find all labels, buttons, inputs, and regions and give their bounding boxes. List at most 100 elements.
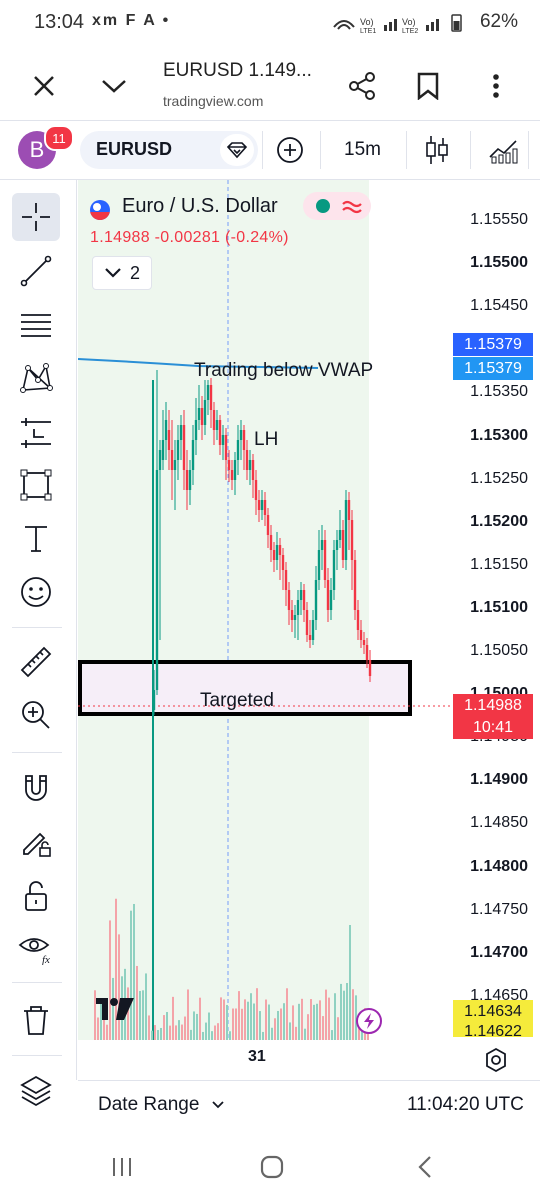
- unlock-icon[interactable]: [12, 872, 60, 920]
- candle-body: [353, 560, 357, 610]
- chart-settings-icon[interactable]: [482, 1046, 510, 1074]
- volume-bar: [169, 1025, 171, 1040]
- back-icon[interactable]: [414, 1154, 436, 1180]
- candle-body: [296, 600, 300, 615]
- tradingview-logo: [94, 996, 138, 1022]
- volume-bar: [238, 991, 240, 1040]
- volume-bar: [166, 1012, 168, 1040]
- notification-badge: 11: [44, 125, 74, 151]
- volume-bar: [178, 1020, 180, 1040]
- status-bar: 13:04 xm F A • Vo) LTE1 Vo) LTE2 62%: [0, 0, 540, 46]
- market-status-pill[interactable]: [303, 192, 371, 220]
- battery-percent: 62%: [479, 11, 518, 32]
- volume-bar: [259, 1011, 261, 1040]
- volume-bar: [142, 990, 144, 1040]
- status-right: Vo) LTE1 Vo) LTE2 62%: [333, 11, 518, 33]
- session-background: [78, 180, 369, 1040]
- chevron-down-icon[interactable]: [96, 68, 132, 104]
- pattern-icon[interactable]: [12, 354, 60, 402]
- price-axis-label: 1.15250: [470, 469, 528, 487]
- candle-body: [272, 550, 276, 560]
- android-nav-bar: [0, 1135, 540, 1200]
- visibility-icon[interactable]: fx: [12, 923, 60, 971]
- volume-bar: [331, 1030, 333, 1040]
- symbol-label: EURUSD: [96, 139, 173, 159]
- candle-body: [212, 410, 216, 430]
- status-app-icons: xm F A •: [92, 12, 171, 29]
- candle-body: [335, 540, 339, 550]
- last-price-tag: 1.14988: [453, 694, 533, 717]
- volume-bar: [316, 1003, 318, 1040]
- annotation-targeted[interactable]: Targeted: [200, 690, 274, 712]
- vwap-price-tag-2: 1.15379: [453, 357, 533, 380]
- volume-bar: [157, 1030, 159, 1040]
- volume-bar: [286, 988, 288, 1040]
- home-icon[interactable]: [259, 1154, 285, 1180]
- crosshair-icon[interactable]: [12, 193, 60, 241]
- share-icon[interactable]: [342, 66, 382, 106]
- symbol-description[interactable]: Euro / U.S. Dollar: [122, 195, 278, 218]
- flash-icon[interactable]: [355, 1007, 383, 1035]
- candle-body: [182, 425, 186, 470]
- annotation-vwap[interactable]: Trading below VWAP: [194, 360, 373, 382]
- candle-body: [206, 385, 210, 400]
- volume-bar: [175, 1025, 177, 1040]
- price-axis-label: 1.15550: [470, 211, 528, 228]
- ruler-icon[interactable]: [12, 638, 60, 686]
- candle-body: [362, 640, 366, 645]
- indicators-icon[interactable]: [486, 132, 520, 168]
- candles-icon[interactable]: [420, 132, 454, 168]
- candle-body: [347, 500, 351, 520]
- zoom-in-icon[interactable]: [12, 691, 60, 739]
- trash-icon[interactable]: [12, 996, 60, 1044]
- volume-bar: [301, 998, 303, 1040]
- volume-bar: [268, 1004, 270, 1040]
- projection-icon[interactable]: [12, 408, 60, 456]
- interval-button[interactable]: 15m: [344, 139, 381, 161]
- layers-icon[interactable]: [12, 1066, 60, 1114]
- volume-bar: [289, 1022, 291, 1040]
- utc-clock[interactable]: 11:04:20 UTC: [407, 1094, 524, 1116]
- volume-bar: [163, 1015, 165, 1040]
- volume-bar: [304, 1028, 306, 1040]
- price-axis-label: 1.15350: [470, 383, 528, 401]
- candle-body: [191, 440, 195, 470]
- volume-bar: [352, 989, 354, 1040]
- candle-body: [200, 408, 204, 425]
- chevron-down-icon: [105, 268, 121, 278]
- candle-body: [197, 408, 201, 420]
- indicators-collapse-button[interactable]: 2: [92, 256, 152, 290]
- fib-lines-icon[interactable]: [12, 301, 60, 349]
- more-icon[interactable]: [478, 66, 514, 106]
- annotation-lower-high[interactable]: LH: [254, 429, 278, 451]
- date-range-button[interactable]: Date Range: [98, 1094, 225, 1116]
- candle-body: [275, 545, 279, 560]
- candle-body: [254, 480, 258, 500]
- price-axis-label: 1.15100: [470, 598, 528, 616]
- rectangle-icon[interactable]: [12, 461, 60, 509]
- candle-body: [302, 590, 306, 610]
- legend-price: 1.14988 -0.00281 (-0.24%): [90, 229, 289, 246]
- emoji-icon[interactable]: [12, 568, 60, 616]
- volume-bar: [328, 997, 330, 1040]
- magnet-icon[interactable]: [12, 764, 60, 812]
- candle-body: [248, 460, 252, 470]
- close-icon[interactable]: [26, 68, 62, 104]
- volume-bar: [190, 1029, 192, 1040]
- trend-line-icon[interactable]: [12, 247, 60, 295]
- candle-body: [281, 555, 285, 570]
- recent-apps-icon[interactable]: [110, 1155, 134, 1179]
- candle-body: [218, 420, 222, 445]
- candle-body: [236, 440, 240, 460]
- candle-body: [221, 435, 225, 445]
- volume-bar: [313, 1004, 315, 1040]
- lock-drawing-icon[interactable]: [12, 818, 60, 866]
- text-icon[interactable]: [12, 514, 60, 562]
- bookmark-icon[interactable]: [410, 66, 446, 106]
- delay-icon: [342, 200, 362, 214]
- diamond-icon[interactable]: [220, 134, 254, 166]
- page-title: EURUSD 1.149...: [163, 60, 312, 81]
- page-url: tradingview.com: [163, 93, 264, 109]
- volume-bar: [247, 1001, 249, 1040]
- add-symbol-icon[interactable]: [274, 134, 306, 166]
